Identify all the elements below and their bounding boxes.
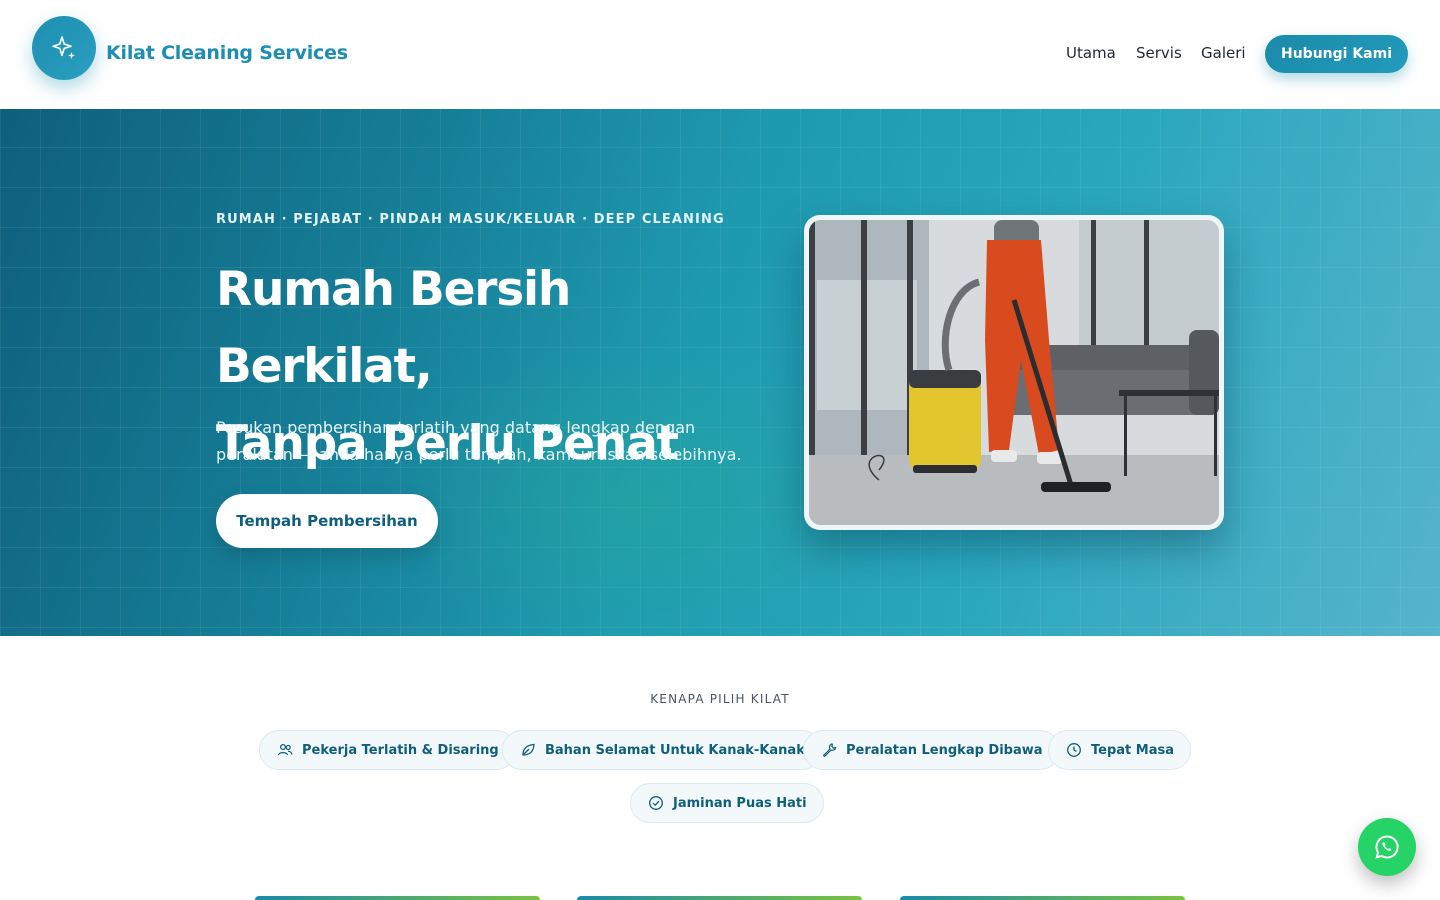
wrench-icon (822, 743, 837, 758)
nav-link-utama[interactable]: Utama (1066, 44, 1116, 62)
hero-section: RUMAH · PEJABAT · PINDAH MASUK/KELUAR · … (0, 109, 1440, 636)
users-icon (277, 743, 293, 756)
feature-pill-trained-workers: Pekerja Terlatih & Disaring (259, 730, 516, 770)
contact-button[interactable]: Hubungi Kami (1265, 35, 1408, 73)
service-card-top (577, 896, 862, 900)
feature-label: Tepat Masa (1091, 742, 1174, 758)
hero-subtext: Pasukan pembersihan terlatih yang datang… (216, 418, 742, 464)
hero-photo (809, 220, 1219, 525)
nav-link-servis[interactable]: Servis (1136, 44, 1182, 62)
feature-pill-satisfaction: Jaminan Puas Hati (630, 783, 824, 823)
hero-photo-frame (804, 215, 1224, 530)
why-section-title: KENAPA PILIH KILAT (650, 692, 790, 706)
feature-pill-safe-materials: Bahan Selamat Untuk Kanak-Kanak (502, 730, 822, 770)
feature-label: Bahan Selamat Untuk Kanak-Kanak (545, 742, 805, 758)
whatsapp-button[interactable] (1358, 818, 1416, 876)
clock-icon (1067, 743, 1081, 757)
feature-label: Pekerja Terlatih & Disaring (302, 742, 499, 758)
feature-pill-punctual: Tepat Masa (1048, 730, 1191, 770)
service-card-top (255, 896, 540, 900)
book-cleaning-button[interactable]: Tempah Pembersihan (216, 494, 438, 548)
service-card-top (900, 896, 1185, 900)
check-circle-icon (649, 796, 663, 810)
nav-link-galeri[interactable]: Galeri (1201, 44, 1246, 62)
headline-line-1: Rumah Bersih Berkilat, (216, 262, 571, 394)
site-header: Kilat Cleaning Services Utama Servis Gal… (0, 0, 1440, 109)
brand-name[interactable]: Kilat Cleaning Services (106, 42, 348, 64)
whatsapp-icon (1375, 835, 1399, 859)
hero-eyebrow: RUMAH · PEJABAT · PINDAH MASUK/KELUAR · … (216, 212, 725, 227)
sparkle-icon (52, 36, 75, 59)
leaf-icon (522, 743, 535, 756)
logo[interactable] (32, 16, 96, 80)
cleaner-vacuuming-illustration (809, 220, 1219, 525)
feature-pill-equipment: Peralatan Lengkap Dibawa (803, 730, 1060, 770)
feature-label: Jaminan Puas Hati (673, 795, 807, 811)
feature-label: Peralatan Lengkap Dibawa (846, 742, 1043, 758)
